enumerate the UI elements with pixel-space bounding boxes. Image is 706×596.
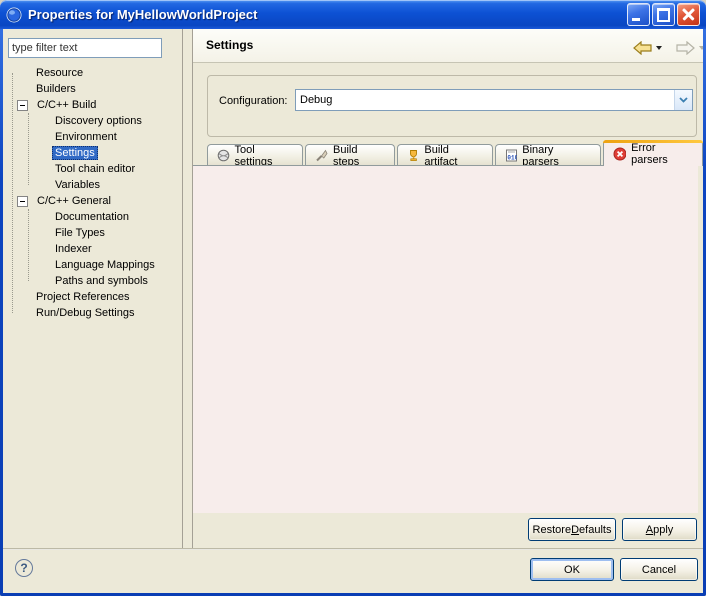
maximize-icon [657,8,670,22]
title-bar[interactable]: Properties for MyHellowWorldProject [0,0,706,29]
history-navigation [633,41,703,55]
restore-defaults-button[interactable]: Restore Defaults [528,518,616,541]
tab-error-parsers[interactable]: Error parsers [603,140,703,166]
tree-item-settings[interactable]: Settings [3,145,230,161]
tree-item-builders[interactable]: Builders [3,81,211,97]
back-dropdown-icon[interactable] [656,46,662,50]
tab-binary-parsers[interactable]: 010 Binary parsers [495,144,601,166]
page-title: Settings [206,38,253,52]
close-icon [678,4,699,25]
eclipse-app-icon [6,7,22,23]
tree-item-project-references[interactable]: Project References [3,289,211,305]
maximize-button[interactable] [652,3,675,26]
cancel-button[interactable]: Cancel [620,558,698,581]
collapse-icon[interactable] [17,196,28,207]
tree-item-resource[interactable]: Resource [3,65,211,81]
tab-tool-settings[interactable]: Tool settings [207,144,303,166]
svg-text:010: 010 [507,155,517,162]
error-icon [613,147,627,161]
tab-content-panel [193,165,698,513]
help-button[interactable]: ? [15,559,33,577]
properties-dialog: Properties for MyHellowWorldProject Reso… [0,0,706,596]
binary-file-icon: 010 [505,149,518,162]
tree-item-cpp-build[interactable]: C/C++ Build [3,97,195,113]
tab-build-artifact[interactable]: Build artifact [397,144,493,166]
brush-icon [315,149,328,162]
dialog-body: Resource Builders C/C++ Build Discovery … [3,29,703,593]
trophy-icon [407,149,420,162]
configuration-combo[interactable]: Debug [295,89,693,111]
ok-button[interactable]: OK [530,558,614,581]
tree-item-cpp-general[interactable]: C/C++ General [3,193,195,209]
tool-settings-icon [217,149,230,162]
tree-item-environment[interactable]: Environment [3,129,230,145]
panel-divider[interactable] [182,29,183,548]
combo-dropdown-icon[interactable] [674,90,692,110]
tab-build-steps[interactable]: Build steps [305,144,394,166]
close-button[interactable] [677,3,700,26]
tree-item-run-debug-settings[interactable]: Run/Debug Settings [3,305,211,321]
apply-button[interactable]: Apply [622,518,697,541]
minimize-icon [632,18,640,21]
forward-arrow-icon[interactable] [676,41,695,55]
forward-dropdown-icon[interactable] [699,46,703,50]
properties-tree: Resource Builders C/C++ Build Discovery … [3,29,181,547]
window-title: Properties for MyHellowWorldProject [28,7,625,22]
configuration-value: Debug [296,94,674,106]
page-header [193,29,703,63]
back-arrow-icon[interactable] [633,41,652,55]
tab-bar: Tool settings Build steps Build artifact [207,141,703,166]
collapse-icon[interactable] [17,100,28,111]
configuration-label: Configuration: [219,95,288,107]
footer-separator [3,548,703,550]
tree-item-discovery-options[interactable]: Discovery options [3,113,230,129]
minimize-button[interactable] [627,3,650,26]
